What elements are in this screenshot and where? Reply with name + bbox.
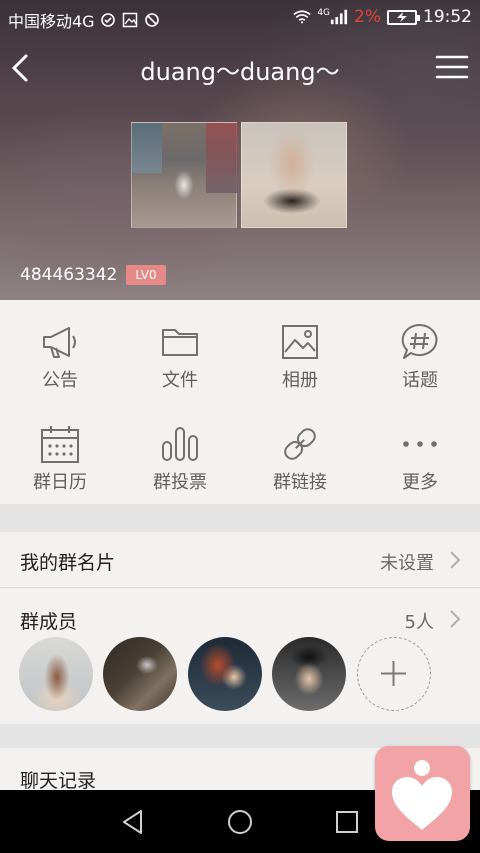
system-home-icon[interactable] (226, 808, 254, 836)
chevron-right-icon (450, 551, 461, 569)
signal-icon (330, 9, 348, 25)
my-group-card-row[interactable]: 我的群名片 未设置 (0, 532, 480, 588)
grid-label: 群投票 (153, 472, 207, 493)
menu-button[interactable] (434, 48, 470, 86)
more-icon (403, 441, 437, 447)
hamburger-menu-icon (435, 55, 469, 79)
back-button[interactable] (6, 48, 42, 86)
heart-person-icon (392, 760, 452, 830)
clock: 19:52 (423, 7, 472, 27)
group-members-row[interactable]: 群成员 5人 (0, 589, 480, 724)
my-group-card-label: 我的群名片 (20, 552, 116, 574)
grid-item-topic[interactable]: 话题 (360, 300, 480, 400)
topic-icon (401, 323, 438, 359)
grid-label: 更多 (402, 472, 438, 493)
section-divider (0, 504, 480, 532)
page-title: duang～duang～ (140, 58, 340, 86)
grid-item-announcement[interactable]: 公告 (0, 300, 120, 400)
plus-icon (381, 661, 406, 686)
album-icon (282, 325, 318, 359)
grid-label: 话题 (402, 370, 438, 391)
floating-heart-button[interactable] (375, 746, 470, 841)
grid-item-link[interactable]: 群链接 (240, 402, 360, 502)
nav-bar: duang～duang～ (0, 42, 480, 92)
battery-percent: 2% (354, 7, 381, 27)
vote-icon (162, 427, 198, 461)
folder-icon (162, 329, 198, 356)
megaphone-icon (43, 327, 76, 358)
group-photos (131, 122, 347, 228)
group-members-label: 群成员 (20, 611, 78, 633)
feature-grid: 公告 文件 相册 话题 群日历 群投票 群链接 更多 (0, 300, 480, 504)
chat-history-label: 聊天记录 (20, 770, 97, 790)
group-photo-2[interactable] (241, 122, 347, 228)
member-avatar[interactable] (272, 637, 346, 711)
calendar-icon (41, 426, 79, 463)
back-arrow-icon (11, 54, 28, 82)
grid-item-album[interactable]: 相册 (240, 300, 360, 400)
status-bar: 中国移动4G 4G 2% 19:52 (0, 0, 480, 36)
chevron-right-icon (450, 610, 461, 628)
wifi-icon (293, 9, 312, 25)
grid-label: 群日历 (33, 472, 87, 493)
network-type-label: 4G (317, 8, 331, 18)
group-id: 484463342 (20, 265, 118, 285)
image-notification-icon (121, 12, 139, 28)
group-photo-1[interactable] (131, 122, 238, 228)
group-header: 中国移动4G 4G 2% 19:52 duang～duang～ 48446334… (0, 0, 480, 300)
member-avatar[interactable] (19, 637, 93, 711)
grid-item-more[interactable]: 更多 (360, 402, 480, 502)
grid-item-vote[interactable]: 群投票 (120, 402, 240, 502)
grid-label: 相册 (282, 370, 318, 391)
grid-label: 文件 (162, 370, 198, 391)
section-divider (0, 724, 480, 748)
member-avatar[interactable] (103, 637, 177, 711)
grid-item-files[interactable]: 文件 (120, 300, 240, 400)
grid-item-calendar[interactable]: 群日历 (0, 402, 120, 502)
system-back-icon[interactable] (119, 808, 147, 836)
battery-icon (387, 9, 420, 25)
member-avatar[interactable] (188, 637, 262, 711)
my-group-card-value: 未设置 (380, 553, 434, 574)
sync-icon (99, 12, 117, 28)
level-badge: LV0 (126, 265, 166, 285)
link-icon (284, 428, 316, 460)
carrier-label: 中国移动4G (8, 12, 95, 31)
blocked-icon (143, 12, 161, 28)
system-recents-icon[interactable] (333, 808, 361, 836)
grid-label: 群链接 (273, 472, 327, 493)
member-count: 5人 (404, 612, 434, 633)
add-member-button[interactable] (357, 637, 431, 711)
grid-label: 公告 (42, 370, 78, 391)
